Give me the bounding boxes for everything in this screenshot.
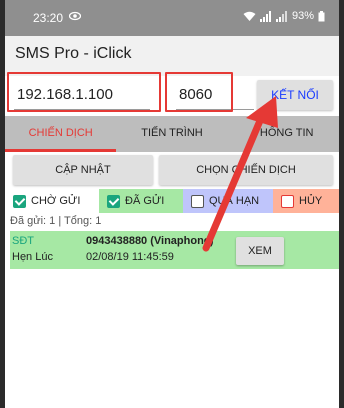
filter-pending-label: CHỜ GỬI (31, 195, 81, 207)
eye-icon (69, 11, 81, 21)
update-button[interactable]: CẬP NHẬT (13, 155, 153, 185)
phone-screen: 23:20 93% SMS Pro - iClick 192.168.1.100… (5, 0, 339, 408)
status-bar: 23:20 93% (5, 0, 339, 36)
tab-progress[interactable]: TIẾN TRÌNH (116, 116, 227, 152)
port-highlight-box (165, 72, 233, 112)
tab-info[interactable]: THÔNG TIN (228, 116, 339, 152)
filter-cancelled-label: HỦY (299, 195, 323, 207)
filter-overdue-label: QUÁ HẠN (209, 195, 260, 207)
status-time: 23:20 (33, 11, 64, 25)
schedule-value: 02/08/19 11:45:59 (86, 251, 174, 263)
battery-icon (318, 10, 325, 21)
view-button[interactable]: XEM (236, 237, 284, 265)
filter-overdue[interactable]: QUÁ HẠN (183, 189, 273, 213)
connect-button[interactable]: KẾT NỐI (257, 80, 333, 110)
schedule-label: Hẹn Lúc (12, 251, 53, 263)
action-buttons: CẬP NHẬT CHỌN CHIẾN DỊCH (5, 155, 339, 187)
filter-cancelled[interactable]: HỦY (273, 189, 339, 213)
message-item: SĐT 0943438880 (Vinaphone) Hẹn Lúc 02/08… (10, 231, 339, 269)
tab-campaign[interactable]: CHIẾN DỊCH (5, 116, 117, 152)
signal-icon (259, 10, 271, 22)
signal-icon-2 (275, 10, 287, 22)
connection-row: 192.168.1.100 8060 KẾT NỐI (5, 72, 339, 116)
choose-campaign-button[interactable]: CHỌN CHIẾN DỊCH (159, 155, 333, 185)
phone-label: SĐT (12, 235, 34, 247)
filter-row: CHỜ GỬI ĐÃ GỬI QUÁ HẠN HỦY (5, 189, 339, 213)
filter-sent-label: ĐÃ GỬI (125, 195, 165, 207)
app-title: SMS Pro - iClick (15, 45, 132, 62)
summary-text: Đã gửi: 1 | Tổng: 1 (10, 215, 102, 227)
battery-percent: 93% (291, 10, 314, 22)
app-bar: SMS Pro - iClick (5, 36, 339, 76)
filter-sent[interactable]: ĐÃ GỬI (99, 189, 183, 213)
cancelled-checkbox[interactable] (281, 194, 294, 208)
tab-bar: CHIẾN DỊCH TIẾN TRÌNH THÔNG TIN (5, 116, 339, 152)
pending-checkbox[interactable] (13, 194, 26, 208)
overdue-checkbox[interactable] (191, 194, 204, 208)
sent-checkbox[interactable] (107, 194, 120, 208)
filter-pending[interactable]: CHỜ GỬI (5, 189, 99, 213)
ip-highlight-box (7, 72, 161, 112)
phone-value: 0943438880 (Vinaphone) (86, 235, 214, 247)
wifi-icon (243, 11, 256, 21)
status-indicators: 93% (243, 10, 325, 22)
